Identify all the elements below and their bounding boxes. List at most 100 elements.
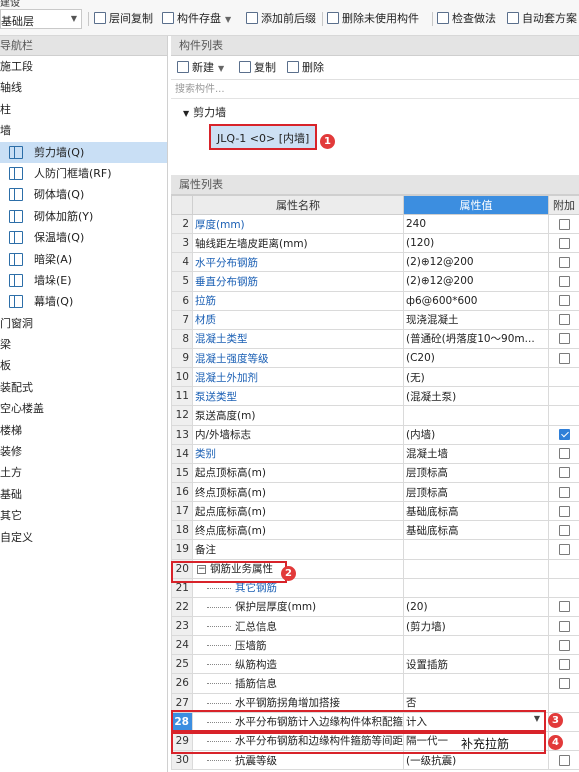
component-search-input[interactable]: 搜索构件...: [171, 81, 579, 99]
property-value-cell[interactable]: (C20): [403, 347, 549, 369]
property-row[interactable]: 15 起点顶标高(m) 层顶标高: [171, 462, 579, 483]
extra-checkbox[interactable]: [558, 237, 570, 249]
extra-checkbox[interactable]: [558, 677, 570, 689]
nav-item[interactable]: 自定义: [0, 527, 167, 548]
property-value-cell[interactable]: 层顶标高: [403, 481, 549, 503]
chevron-down-icon[interactable]: ▼: [534, 714, 540, 723]
property-row[interactable]: 24 压墙筋: [171, 635, 579, 656]
nav-item[interactable]: 砌体加筋(Y): [0, 206, 167, 227]
property-value-cell[interactable]: [403, 558, 549, 579]
property-row[interactable]: 21 其它钢筋: [171, 577, 579, 598]
property-value-combobox[interactable]: 计入 ▼: [403, 711, 549, 732]
property-row[interactable]: 16 终点顶标高(m) 层顶标高: [171, 481, 579, 503]
nav-item[interactable]: 砌体墙(Q): [0, 184, 167, 205]
property-value-cell[interactable]: (无): [403, 367, 549, 388]
property-row[interactable]: 10 混凝土外加剂 (无): [171, 367, 579, 388]
property-value-cell[interactable]: (2)⊕12@200: [403, 252, 549, 273]
nav-item[interactable]: 墙垛(E): [0, 270, 167, 291]
menu-fragment[interactable]: 建设: [0, 0, 60, 8]
save-component-button[interactable]: 构件存盘 ▼: [162, 10, 231, 28]
property-row[interactable]: 3 轴线距左墙皮距离(mm) (120): [171, 233, 579, 254]
extra-checkbox[interactable]: [558, 620, 570, 632]
extra-checkbox[interactable]: [558, 467, 570, 479]
extra-checkbox[interactable]: [558, 658, 570, 670]
new-component-button[interactable]: 新建 ▼: [177, 59, 224, 77]
delete-unused-components-button[interactable]: 删除未使用构件: [327, 10, 419, 28]
extra-checkbox[interactable]: [558, 754, 570, 766]
auto-apply-scheme-button[interactable]: 自动套方案: [507, 10, 577, 28]
extra-checkbox[interactable]: [558, 275, 570, 287]
property-row[interactable]: 29 水平分布钢筋和边缘构件箍筋等间距时 隔一代一: [171, 730, 579, 751]
property-value-cell[interactable]: 设置插筋: [403, 654, 549, 675]
nav-item[interactable]: 空心楼盖: [0, 398, 167, 419]
floor-select[interactable]: 基础层 ▼: [0, 9, 82, 29]
nav-item[interactable]: 轴线: [0, 77, 167, 98]
nav-item[interactable]: 暗梁(A): [0, 249, 167, 270]
delete-component-button[interactable]: 删除: [287, 59, 324, 77]
extra-checkbox[interactable]: [558, 295, 570, 307]
extra-checkbox[interactable]: [558, 256, 570, 268]
tree-category-shear-wall[interactable]: ▼ 剪力墙: [183, 104, 226, 120]
property-value-cell[interactable]: [403, 405, 549, 426]
nav-item[interactable]: 施工段: [0, 56, 167, 77]
property-value-cell[interactable]: 基础底标高: [403, 520, 549, 541]
property-value-cell[interactable]: (2)⊕12@200: [403, 271, 549, 292]
property-row[interactable]: 30 抗震等级 (一级抗震): [171, 749, 579, 771]
property-row[interactable]: 4 水平分布钢筋 (2)⊕12@200: [171, 252, 579, 273]
nav-item[interactable]: 门窗洞: [0, 313, 167, 334]
extra-checkbox[interactable]: [558, 486, 570, 498]
extra-checkbox[interactable]: [558, 429, 570, 441]
property-row[interactable]: 5 垂直分布钢筋 (2)⊕12@200: [171, 271, 579, 292]
property-value-cell[interactable]: (一级抗震): [403, 749, 549, 771]
nav-item[interactable]: 基础: [0, 484, 167, 505]
extra-checkbox[interactable]: [558, 524, 570, 536]
property-row[interactable]: 20− 钢筋业务属性: [171, 558, 579, 579]
nav-item[interactable]: 保温墙(Q): [0, 227, 167, 248]
property-row[interactable]: 27 水平钢筋拐角增加搭接 否: [171, 692, 579, 713]
property-row[interactable]: 8 混凝土类型 (普通砼(坍落度10～90m...: [171, 328, 579, 349]
property-row[interactable]: 22 保护层厚度(mm) (20): [171, 596, 579, 617]
property-value-cell[interactable]: [403, 577, 549, 598]
property-row[interactable]: 23 汇总信息 (剪力墙): [171, 615, 579, 637]
copy-between-floors-button[interactable]: 层间复制: [94, 10, 153, 28]
check-method-button[interactable]: 检查做法: [437, 10, 496, 28]
extra-checkbox[interactable]: [558, 505, 570, 517]
add-prefix-suffix-button[interactable]: 添加前后缀: [246, 10, 316, 28]
property-row[interactable]: 17 起点底标高(m) 基础底标高: [171, 501, 579, 522]
component-item-jlq-1[interactable]: JLQ-1 <0> [内墙]: [209, 124, 318, 150]
property-value-cell[interactable]: (内墙): [403, 424, 549, 445]
nav-item[interactable]: 幕墙(Q): [0, 291, 167, 312]
property-value-cell[interactable]: (混凝土泵): [403, 386, 549, 407]
nav-item[interactable]: 人防门框墙(RF): [0, 163, 167, 184]
collapse-icon[interactable]: −: [197, 564, 206, 574]
property-value-cell[interactable]: [403, 539, 549, 560]
extra-checkbox[interactable]: [558, 639, 570, 651]
property-row[interactable]: 9 混凝土强度等级 (C20): [171, 347, 579, 369]
extra-checkbox[interactable]: [558, 333, 570, 345]
extra-checkbox[interactable]: [558, 218, 570, 230]
nav-item[interactable]: 装修: [0, 441, 167, 462]
property-value-cell[interactable]: (普通砼(坍落度10～90m...: [403, 328, 549, 349]
property-value-cell[interactable]: [403, 635, 549, 656]
property-value-cell[interactable]: 层顶标高: [403, 462, 549, 483]
property-value-cell[interactable]: (120): [403, 233, 549, 254]
property-value-cell[interactable]: ф6@600*600: [403, 290, 549, 311]
extra-checkbox[interactable]: [558, 314, 570, 326]
property-row[interactable]: 28 水平分布钢筋计入边缘构件体积配箍率 计入 ▼: [171, 711, 579, 732]
extra-checkbox[interactable]: [558, 448, 570, 460]
extra-checkbox[interactable]: [558, 543, 570, 555]
property-row[interactable]: 25 纵筋构造 设置插筋: [171, 654, 579, 675]
property-row[interactable]: 26 插筋信息: [171, 673, 579, 694]
property-row[interactable]: 13 内/外墙标志 (内墙): [171, 424, 579, 445]
nav-item[interactable]: 土方: [0, 462, 167, 483]
extra-checkbox[interactable]: [558, 601, 570, 613]
nav-item[interactable]: 柱: [0, 99, 167, 120]
nav-item[interactable]: 剪力墙(Q): [0, 141, 167, 163]
property-row[interactable]: 7 材质 现浇混凝土: [171, 309, 579, 330]
property-value-cell[interactable]: 否: [403, 692, 549, 713]
extra-checkbox[interactable]: [558, 352, 570, 364]
nav-item[interactable]: 梁: [0, 334, 167, 355]
copy-component-button[interactable]: 复制: [239, 59, 276, 77]
property-value-cell[interactable]: (剪力墙): [403, 615, 549, 637]
property-value-cell[interactable]: (20): [403, 596, 549, 617]
